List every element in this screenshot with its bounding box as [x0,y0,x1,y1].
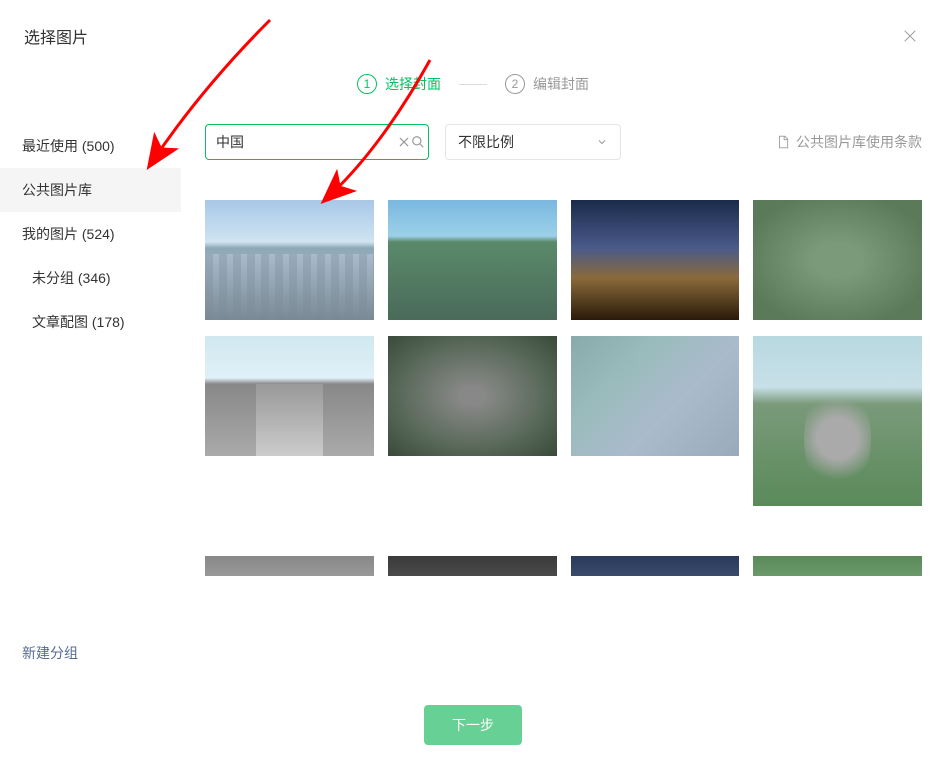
new-group-button[interactable]: 新建分组 [22,643,78,663]
image-thumbnail[interactable] [388,556,557,576]
image-grid [205,200,922,506]
terms-link[interactable]: 公共图片库使用条款 [776,132,922,152]
image-thumbnail[interactable] [388,200,557,320]
close-icon [902,28,918,44]
search-icon [411,135,425,149]
step-1-number: 1 [357,74,377,94]
ratio-select[interactable]: 不限比例 [445,124,621,160]
step-2-label: 编辑封面 [533,74,589,94]
document-icon [776,135,790,149]
sidebar-item-article-images[interactable]: 文章配图 (178) [0,300,181,344]
modal-title: 选择图片 [24,24,88,48]
step-1-label: 选择封面 [385,74,441,94]
ratio-select-label: 不限比例 [458,132,514,152]
close-button[interactable] [898,24,922,48]
search-button[interactable] [411,133,425,151]
image-thumbnail[interactable] [753,556,922,576]
image-thumbnail[interactable] [205,200,374,320]
close-icon [397,135,411,149]
sidebar-item-recent[interactable]: 最近使用 (500) [0,124,181,168]
terms-label: 公共图片库使用条款 [796,132,922,152]
sidebar: 最近使用 (500) 公共图片库 我的图片 (524) 未分组 (346) 文章… [0,114,181,757]
step-edit-cover: 2 编辑封面 [505,74,589,94]
sidebar-item-public-library[interactable]: 公共图片库 [0,168,181,212]
step-select-cover: 1 选择封面 [357,74,441,94]
image-thumbnail[interactable] [388,336,557,456]
search-input[interactable] [216,134,397,150]
sidebar-item-my-images[interactable]: 我的图片 (524) [0,212,181,256]
image-thumbnail[interactable] [205,556,374,576]
search-box[interactable] [205,124,429,160]
image-thumbnail[interactable] [571,336,740,456]
image-thumbnail[interactable] [753,200,922,320]
image-grid-row [205,556,922,576]
image-thumbnail[interactable] [571,556,740,576]
steps-nav: 1 选择封面 2 编辑封面 [0,48,946,114]
sidebar-item-ungrouped[interactable]: 未分组 (346) [0,256,181,300]
next-button[interactable]: 下一步 [424,705,522,745]
image-thumbnail[interactable] [205,336,374,456]
image-thumbnail[interactable] [571,200,740,320]
clear-search-button[interactable] [397,133,411,151]
image-thumbnail[interactable] [753,336,922,506]
chevron-down-icon [596,136,608,148]
step-divider [459,84,487,85]
step-2-number: 2 [505,74,525,94]
